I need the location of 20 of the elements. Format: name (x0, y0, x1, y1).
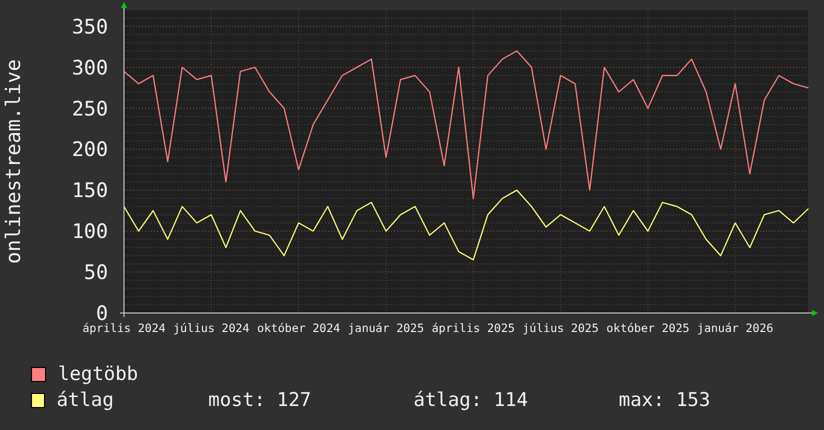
x-tick-label: január 2026 (697, 321, 774, 335)
legend-stat: most: 127 (208, 389, 312, 411)
x-tick-label: október 2024 (257, 321, 340, 335)
legend-stat: átlag: 114 (414, 389, 529, 411)
legend-label: átlag (56, 389, 115, 411)
y-tick-label: 300 (72, 55, 108, 80)
x-tick-label: július 2024 (173, 321, 250, 335)
y-tick-label: 150 (72, 178, 108, 202)
legend-label: legtöbb (58, 363, 140, 385)
legend-stat: max: 153 (618, 389, 712, 411)
y-tick-label: 100 (72, 219, 108, 244)
y-tick-label: 250 (72, 96, 108, 120)
y-tick-label: 350 (72, 14, 108, 38)
x-tick-label: január 2025 (348, 321, 424, 335)
x-tick-label: április 2025 (432, 321, 515, 335)
x-tick-label: július 2025 (522, 321, 599, 335)
y-tick-label: 50 (84, 260, 108, 284)
y-tick-label: 200 (72, 137, 108, 162)
x-tick-label: október 2025 (606, 321, 690, 335)
y-axis-title: onlinestream.live (1, 59, 25, 264)
